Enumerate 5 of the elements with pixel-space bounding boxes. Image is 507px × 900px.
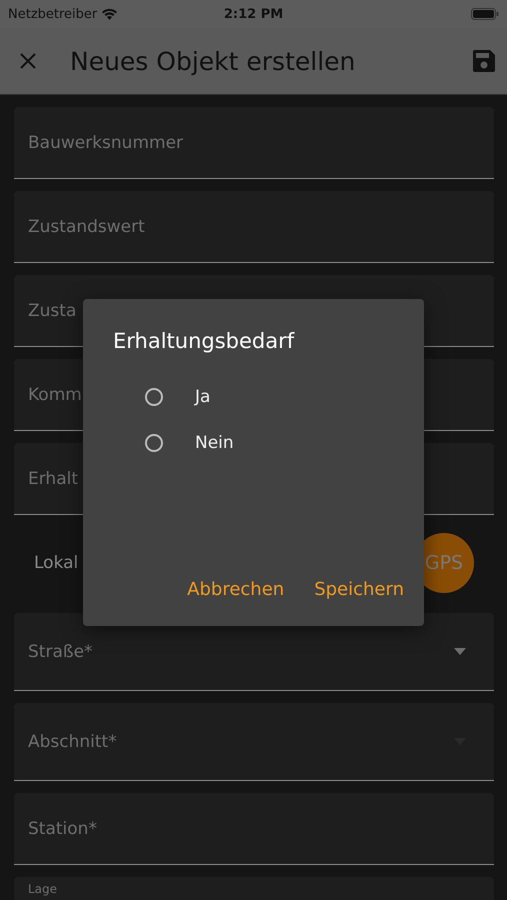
dialog-title: Erhaltungsbedarf: [113, 329, 296, 353]
screen-title: Neues Objekt erstellen: [70, 46, 356, 76]
clock: 2:12 PM: [224, 6, 284, 22]
location-label: Lokal: [34, 553, 78, 573]
carrier-label: Netzbetreiber: [8, 6, 98, 22]
